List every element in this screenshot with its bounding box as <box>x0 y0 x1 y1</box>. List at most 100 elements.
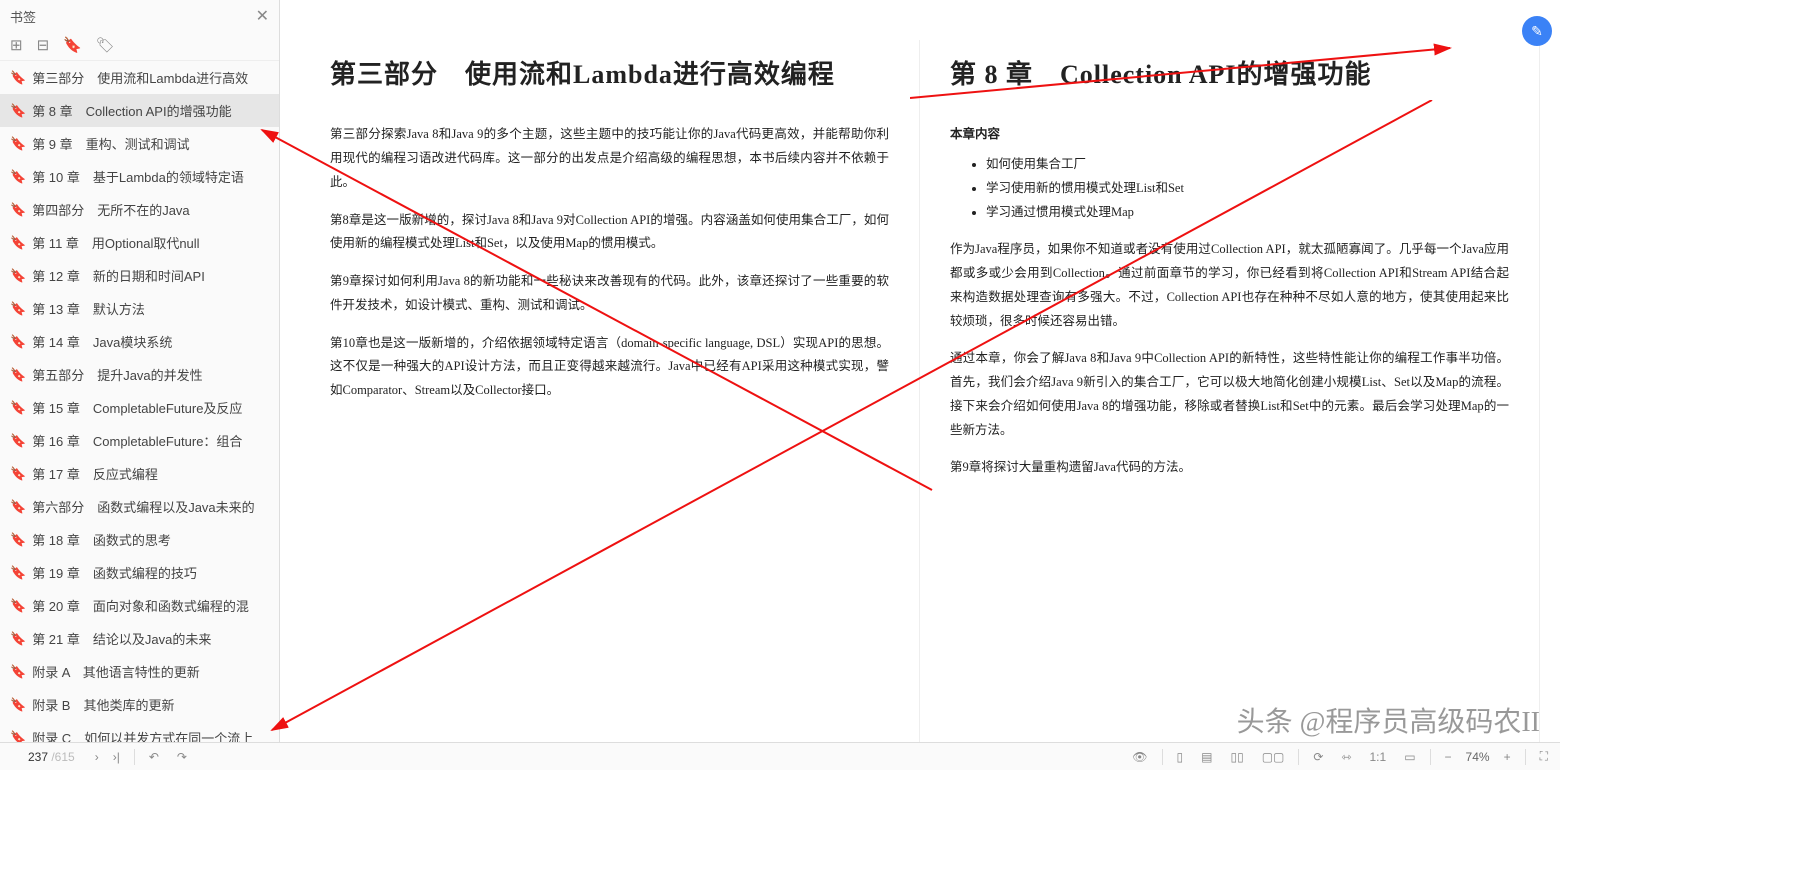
page-title: 第 8 章 Collection API的增强功能 <box>950 50 1509 99</box>
close-icon[interactable]: ✕ <box>256 6 269 26</box>
bookmark-item[interactable]: 🔖第 12 章 新的日期和时间API <box>0 259 279 292</box>
bookmark-icon: 🔖 <box>10 136 26 152</box>
bookmark-label: 第 16 章 CompletableFuture：组合 <box>32 431 242 450</box>
bookmark-icon: 🔖 <box>10 433 26 449</box>
separator <box>134 749 135 765</box>
bookmark-item[interactable]: 🔖 附录 B 其他类库的更新 <box>0 688 279 721</box>
bookmark-item[interactable]: 🔖第 14 章 Java模块系统 <box>0 325 279 358</box>
bookmark-label: 第 11 章 用Optional取代null <box>32 233 199 252</box>
bookmark-item[interactable]: 🔖 第 17 章 反应式编程 <box>0 457 279 490</box>
zoom-in-icon[interactable]: + <box>1500 748 1515 766</box>
bookmark-icon: 🔖 <box>10 499 26 515</box>
page-nav: › ›| <box>91 748 124 766</box>
bookmark-label: 第 21 章 结论以及Java的未来 <box>32 629 211 648</box>
pdf-reader: 书签 ✕ ⊞ ⊟ 🔖 🏷 🔖第三部分 使用流和Lambda进行高效🔖第 8 章 … <box>0 0 1560 770</box>
collapse-icon[interactable]: ⊟ <box>37 36 50 54</box>
paragraph: 第8章是这一版新增的，探讨Java 8和Java 9对Collection AP… <box>330 209 889 257</box>
expand-icon[interactable]: ⊞ <box>10 36 23 54</box>
bookmark-item[interactable]: 🔖第 8 章 Collection API的增强功能 <box>0 94 279 127</box>
bookmark-icon: 🔖 <box>10 697 26 713</box>
bookmark-label: 第 9 章 重构、测试和调试 <box>32 134 189 153</box>
bookmark-label: 第六部分 函数式编程以及Java未来的 <box>32 497 254 516</box>
bookmark-label: 第四部分 无所不在的Java <box>32 200 189 219</box>
bookmark-label: 第 10 章 基于Lambda的领域特定语 <box>32 167 244 186</box>
bookmark-add-icon[interactable]: 🔖 <box>63 36 82 54</box>
paragraph: 第三部分探索Java 8和Java 9的多个主题，这些主题中的技巧能让你的Jav… <box>330 123 889 194</box>
bookmark-icon: 🔖 <box>10 598 26 614</box>
sidebar-toolbar: ⊞ ⊟ 🔖 🏷 <box>0 32 279 61</box>
bookmark-item[interactable]: 🔖 第三部分 使用流和Lambda进行高效 <box>0 61 279 94</box>
bookmark-item[interactable]: 🔖 第 18 章 函数式的思考 <box>0 523 279 556</box>
bookmark-label: 附录 B 其他类库的更新 <box>32 695 174 714</box>
last-page-icon[interactable]: ›| <box>109 748 124 766</box>
bookmark-icon: 🔖 <box>10 565 26 581</box>
book-view-icon[interactable]: ▢▢ <box>1258 748 1289 766</box>
page-input[interactable] <box>8 750 48 764</box>
undo-icon[interactable]: ↶ <box>145 748 163 766</box>
fullscreen-icon[interactable]: ⛶ <box>1536 747 1552 766</box>
two-page-icon[interactable]: ▯▯ <box>1226 748 1247 766</box>
separator <box>1298 749 1299 765</box>
list-item: 学习使用新的惯用模式处理List和Set <box>986 177 1509 201</box>
bookmark-label: 第 12 章 新的日期和时间API <box>32 266 205 285</box>
bookmark-label: 第三部分 使用流和Lambda进行高效 <box>32 68 248 87</box>
list-item: 如何使用集合工厂 <box>986 153 1509 177</box>
bookmark-icon: 🔖 <box>10 202 26 218</box>
bookmark-item[interactable]: 🔖 第 10 章 基于Lambda的领域特定语 <box>0 160 279 193</box>
left-page: 第三部分 使用流和Lambda进行高效编程 第三部分探索Java 8和Java … <box>300 40 920 770</box>
section-sub: 本章内容 <box>950 123 1509 147</box>
status-bar: /615 › ›| ↶ ↷ 👁 ▯ ▤ ▯▯ ▢▢ ⟳ ⇿ 1:1 ▭ − 74… <box>0 742 1560 770</box>
bookmark-icon: 🔖 <box>10 367 26 383</box>
bookmark-label: 第 19 章 函数式编程的技巧 <box>32 563 197 582</box>
list-item: 学习通过惯用模式处理Map <box>986 201 1509 225</box>
bookmark-item[interactable]: 🔖附录 A 其他语言特性的更新 <box>0 655 279 688</box>
bookmark-item[interactable]: 🔖 第 19 章 函数式编程的技巧 <box>0 556 279 589</box>
bookmark-item[interactable]: 🔖 第 16 章 CompletableFuture：组合 <box>0 424 279 457</box>
single-page-icon[interactable]: ▯ <box>1173 748 1188 766</box>
bookmark-list[interactable]: 🔖 第三部分 使用流和Lambda进行高效 🔖第 8 章 Collection AP… <box>0 61 279 770</box>
bookmark-item[interactable]: 🔖 第六部分 函数式编程以及Java未来的 <box>0 490 279 523</box>
actual-size-icon[interactable]: 1:1 <box>1366 748 1391 766</box>
sidebar-header: 书签 ✕ <box>0 0 279 32</box>
bookmark-item[interactable]: 🔖第 13 章 默认方法 <box>0 292 279 325</box>
next-page-icon[interactable]: › <box>91 748 103 766</box>
bookmark-label: 第 13 章 默认方法 <box>32 299 145 318</box>
redo-icon[interactable]: ↷ <box>173 748 191 766</box>
bookmark-label: 第 17 章 反应式编程 <box>32 464 158 483</box>
page-indicator: /615 <box>8 750 75 764</box>
bookmark-item[interactable]: 🔖 第 9 章 重构、测试和调试 <box>0 127 279 160</box>
bookmark-item[interactable]: 🔖 第 15 章 CompletableFuture及反应 <box>0 391 279 424</box>
bookmark-item[interactable]: 🔖第 21 章 结论以及Java的未来 <box>0 622 279 655</box>
bookmark-item[interactable]: 🔖 第五部分 提升Java的并发性 <box>0 358 279 391</box>
eye-icon[interactable]: 👁 <box>1128 748 1151 766</box>
page-area: ✎ 第三部分 使用流和Lambda进行高效编程 第三部分探索Java 8和Jav… <box>280 0 1560 770</box>
bookmark-icon: 🔖 <box>10 169 26 185</box>
bookmark-icon: 🔖 <box>10 70 26 86</box>
right-page: 第 8 章 Collection API的增强功能 本章内容 如何使用集合工厂 … <box>920 40 1540 770</box>
bookmark-icon: 🔖 <box>10 466 26 482</box>
bookmark-label: 附录 A 其他语言特性的更新 <box>32 662 200 681</box>
separator <box>1525 749 1526 765</box>
bookmark-item[interactable]: 🔖 第 11 章 用Optional取代null <box>0 226 279 259</box>
fit-page-icon[interactable]: ▭ <box>1400 748 1419 766</box>
bookmark-label: 第 20 章 面向对象和函数式编程的混 <box>32 596 249 615</box>
sidebar-title: 书签 <box>10 7 36 26</box>
bookmark-label: 第 18 章 函数式的思考 <box>32 530 171 549</box>
bookmark-icon: 🔖 <box>10 235 26 251</box>
fit-width-icon[interactable]: ⇿ <box>1337 748 1355 766</box>
zoom-level[interactable]: 74% <box>1466 750 1490 764</box>
rotate-icon[interactable]: ⟳ <box>1309 748 1327 766</box>
bookmark-icon[interactable]: 🏷 <box>96 36 115 54</box>
bookmark-item[interactable]: 🔖 第 20 章 面向对象和函数式编程的混 <box>0 589 279 622</box>
assistant-fab-icon[interactable]: ✎ <box>1522 16 1552 46</box>
continuous-icon[interactable]: ▤ <box>1197 748 1216 766</box>
status-right: 👁 ▯ ▤ ▯▯ ▢▢ ⟳ ⇿ 1:1 ▭ − 74% + ⛶ <box>1128 747 1552 766</box>
bookmark-label: 第五部分 提升Java的并发性 <box>32 365 202 384</box>
bookmark-icon: 🔖 <box>10 400 26 416</box>
page-title: 第三部分 使用流和Lambda进行高效编程 <box>330 50 889 99</box>
bookmark-icon: 🔖 <box>10 532 26 548</box>
bookmark-label: 第 14 章 Java模块系统 <box>32 332 172 351</box>
bookmark-label: 第 15 章 CompletableFuture及反应 <box>32 398 242 417</box>
bookmark-item[interactable]: 🔖 第四部分 无所不在的Java <box>0 193 279 226</box>
zoom-out-icon[interactable]: − <box>1441 748 1456 766</box>
